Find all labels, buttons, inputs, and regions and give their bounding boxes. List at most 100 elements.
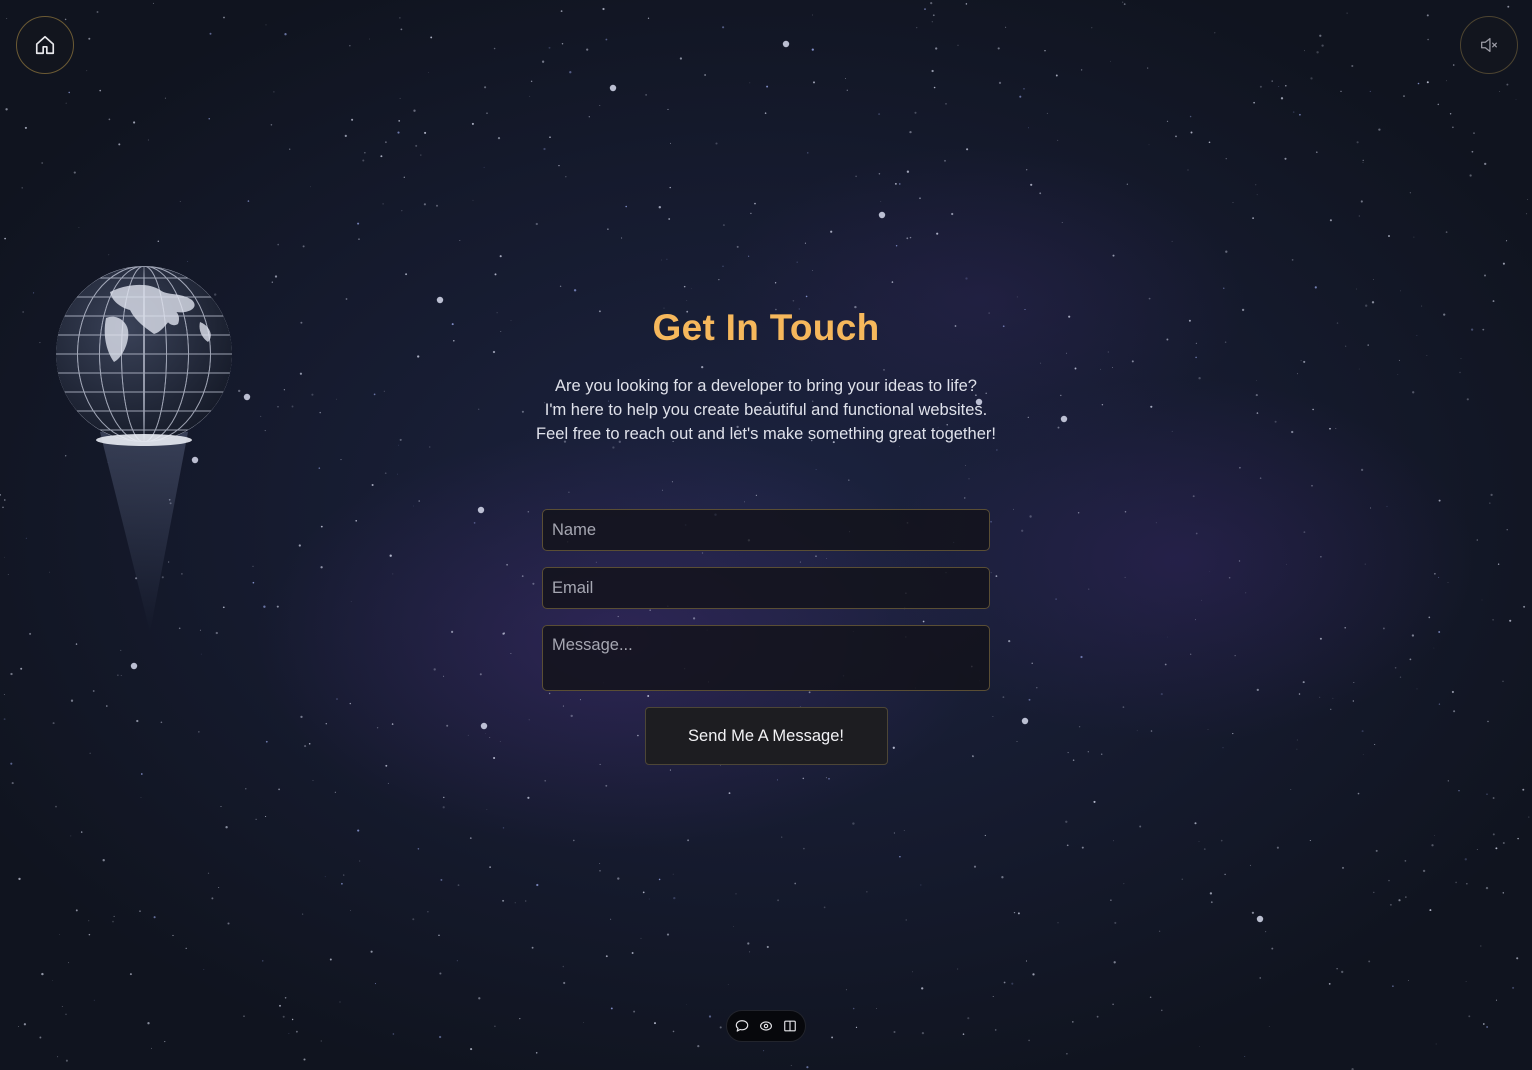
- star: [920, 884, 922, 886]
- star: [139, 910, 141, 912]
- star: [99, 89, 102, 92]
- star: [459, 240, 461, 241]
- star: [727, 984, 729, 985]
- star: [1061, 221, 1063, 223]
- star: [774, 282, 777, 284]
- star: [1013, 911, 1016, 914]
- star: [398, 120, 401, 122]
- star: [57, 1056, 59, 1058]
- star: [1356, 141, 1359, 144]
- star: [831, 1036, 834, 1039]
- star: [1309, 839, 1311, 842]
- star: [443, 796, 445, 799]
- star: [1011, 982, 1014, 985]
- star: [1447, 780, 1449, 782]
- star: [893, 1030, 896, 1034]
- star: [781, 836, 783, 838]
- star: [965, 277, 968, 280]
- star: [1123, 883, 1125, 885]
- star: [805, 295, 808, 298]
- star: [1480, 945, 1482, 947]
- star: [471, 122, 474, 125]
- star: [992, 996, 994, 997]
- star: [1434, 835, 1435, 836]
- star: [880, 200, 882, 202]
- star: [855, 1026, 858, 1029]
- star: [80, 831, 83, 833]
- star: [1358, 215, 1360, 217]
- star: [1232, 201, 1234, 203]
- star: [936, 232, 939, 235]
- star: [764, 112, 767, 114]
- speaker-muted-icon: [1481, 37, 1497, 53]
- message-textarea[interactable]: [542, 625, 990, 691]
- star: [129, 973, 132, 976]
- star: [1158, 930, 1161, 932]
- star: [343, 874, 345, 876]
- email-input[interactable]: [542, 567, 990, 609]
- star: [284, 33, 287, 36]
- star: [420, 154, 422, 156]
- dock-item-view[interactable]: [758, 1018, 774, 1034]
- mute-toggle-button[interactable]: [1460, 16, 1518, 74]
- star: [357, 222, 360, 225]
- star: [1265, 931, 1267, 933]
- dock-item-chat[interactable]: [734, 1018, 750, 1034]
- star: [88, 933, 91, 936]
- star: [1057, 139, 1059, 141]
- star: [919, 197, 921, 200]
- star: [374, 983, 376, 985]
- star: [1340, 90, 1342, 92]
- star: [153, 916, 156, 919]
- star: [966, 148, 969, 151]
- send-message-button[interactable]: Send Me A Message!: [644, 707, 888, 765]
- star: [909, 130, 912, 134]
- star: [385, 141, 387, 144]
- star: [1476, 849, 1478, 851]
- star: [1259, 85, 1262, 88]
- star: [493, 47, 496, 50]
- star: [41, 162, 44, 164]
- star: [1357, 792, 1360, 795]
- star: [602, 7, 605, 11]
- home-button[interactable]: [16, 16, 74, 74]
- star: [1512, 986, 1515, 989]
- star: [345, 298, 348, 300]
- contact-form: Send Me A Message!: [542, 509, 990, 765]
- star: [525, 900, 527, 902]
- star: [855, 175, 857, 178]
- name-input[interactable]: [542, 509, 990, 551]
- star: [666, 258, 668, 260]
- star: [1319, 34, 1322, 37]
- star: [951, 212, 954, 216]
- chat-bubble-icon: [735, 1020, 749, 1032]
- star: [1023, 88, 1025, 90]
- star: [1005, 26, 1007, 28]
- star: [530, 80, 533, 83]
- star: [536, 883, 539, 887]
- star: [914, 111, 917, 114]
- star: [1405, 896, 1407, 898]
- star: [1055, 74, 1058, 77]
- star: [271, 281, 273, 283]
- star: [802, 777, 805, 780]
- dock-item-book[interactable]: [782, 1018, 798, 1034]
- star: [633, 1010, 636, 1013]
- star: [207, 872, 210, 874]
- star: [113, 915, 115, 917]
- intro-text: Are you looking for a developer to bring…: [536, 374, 996, 446]
- star: [1468, 1015, 1471, 1018]
- star: [807, 152, 809, 154]
- star: [1112, 1003, 1114, 1006]
- star: [607, 228, 609, 230]
- star: [828, 777, 830, 780]
- star: [957, 44, 959, 46]
- star: [668, 218, 671, 220]
- star: [312, 780, 314, 782]
- star: [255, 818, 257, 820]
- star: [962, 1033, 965, 1035]
- intro-line: I'm here to help you create beautiful an…: [544, 401, 988, 419]
- star: [803, 847, 805, 850]
- star: [647, 17, 650, 19]
- star: [1369, 90, 1371, 92]
